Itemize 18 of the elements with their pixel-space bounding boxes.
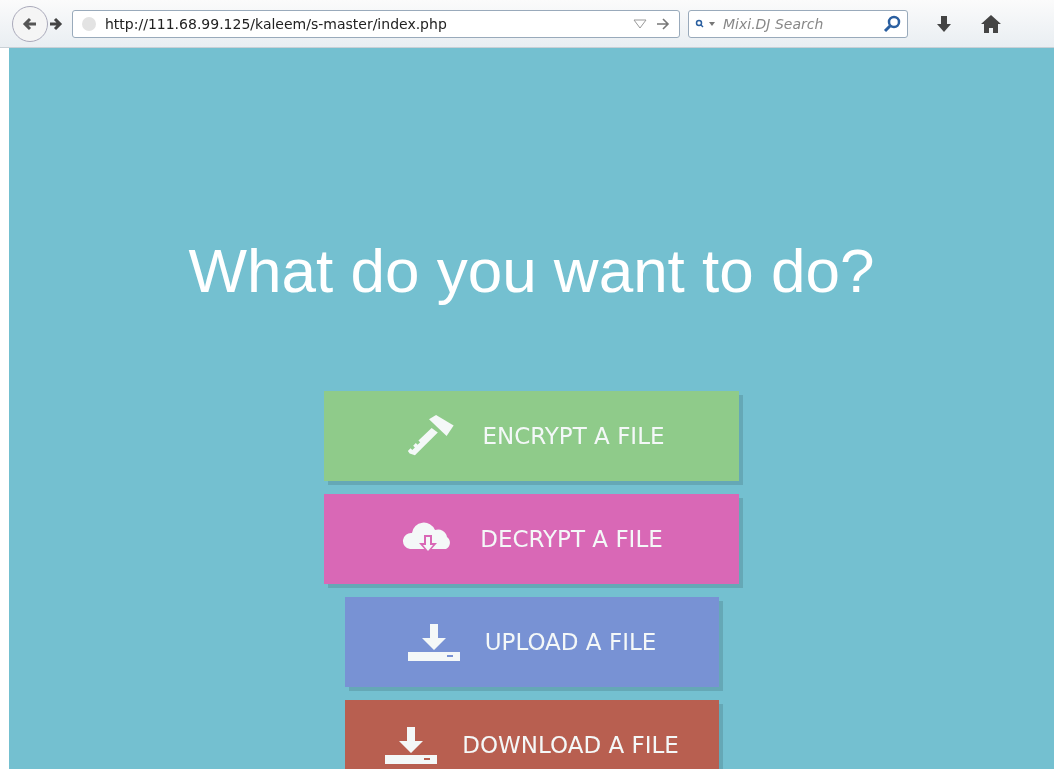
search-engine-icon[interactable] <box>695 18 717 29</box>
download-icon[interactable] <box>934 13 954 34</box>
action-button[interactable]: DOWNLOAD A FILE <box>344 700 719 769</box>
page-heading: What do you want to do? <box>188 235 875 307</box>
action-button[interactable]: ENCRYPT A FILE <box>324 391 739 481</box>
address-bar[interactable]: http://111.68.99.125/kaleem/s-master/index.php <box>72 9 680 38</box>
go-icon[interactable] <box>655 15 671 32</box>
forward-button[interactable] <box>48 15 64 32</box>
home-icon[interactable] <box>980 13 1002 34</box>
download-tray-icon <box>384 725 439 765</box>
action-button[interactable]: DECRYPT A FILE <box>324 494 739 584</box>
forward-arrow-icon <box>48 15 64 32</box>
search-field[interactable]: Mixi.DJ Search <box>688 9 908 38</box>
download-tray-icon <box>406 622 461 662</box>
globe-icon <box>81 15 97 32</box>
back-button[interactable] <box>12 5 48 42</box>
action-button[interactable]: UPLOAD A FILE <box>344 597 719 687</box>
search-icon[interactable] <box>883 14 901 33</box>
